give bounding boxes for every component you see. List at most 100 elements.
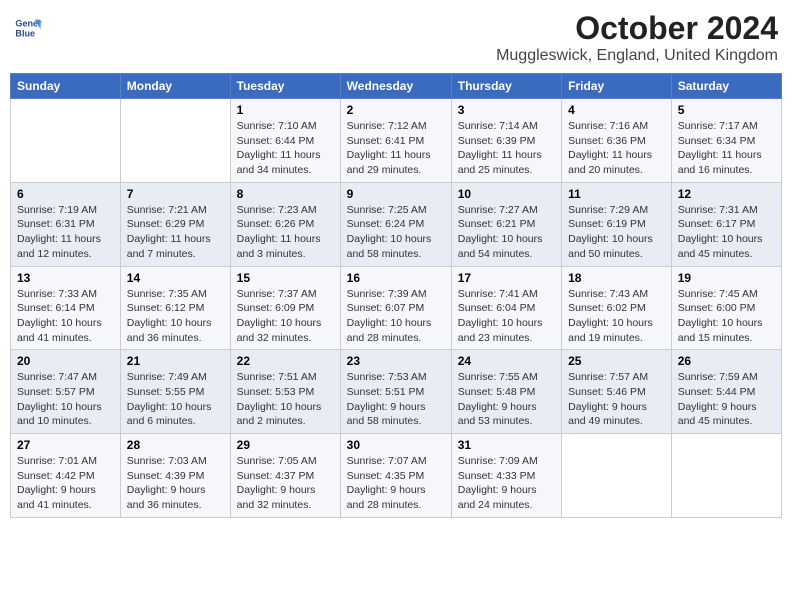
calendar-cell: 18 Sunrise: 7:43 AM Sunset: 6:02 PM Dayl…	[562, 266, 672, 350]
day-daylight: Daylight: 10 hours and 50 minutes.	[568, 233, 653, 260]
calendar-cell: 20 Sunrise: 7:47 AM Sunset: 5:57 PM Dayl…	[11, 350, 121, 434]
day-sunset: Sunset: 6:31 PM	[17, 218, 95, 230]
day-daylight: Daylight: 11 hours and 7 minutes.	[127, 233, 211, 260]
page-subtitle: Muggleswick, England, United Kingdom	[496, 47, 778, 65]
calendar-cell: 4 Sunrise: 7:16 AM Sunset: 6:36 PM Dayli…	[562, 99, 672, 183]
calendar-cell: 25 Sunrise: 7:57 AM Sunset: 5:46 PM Dayl…	[562, 350, 672, 434]
day-sunrise: Sunrise: 7:57 AM	[568, 371, 648, 383]
calendar-cell	[11, 99, 121, 183]
calendar-cell: 17 Sunrise: 7:41 AM Sunset: 6:04 PM Dayl…	[451, 266, 561, 350]
day-sunrise: Sunrise: 7:31 AM	[678, 204, 758, 216]
day-sunset: Sunset: 5:46 PM	[568, 386, 646, 398]
day-sunrise: Sunrise: 7:14 AM	[458, 120, 538, 132]
day-daylight: Daylight: 11 hours and 12 minutes.	[17, 233, 101, 260]
day-daylight: Daylight: 10 hours and 36 minutes.	[127, 317, 212, 344]
calendar-cell: 2 Sunrise: 7:12 AM Sunset: 6:41 PM Dayli…	[340, 99, 451, 183]
svg-text:Blue: Blue	[15, 28, 35, 38]
day-daylight: Daylight: 10 hours and 54 minutes.	[458, 233, 543, 260]
col-sunday: Sunday	[11, 74, 121, 99]
day-sunset: Sunset: 4:39 PM	[127, 470, 205, 482]
day-daylight: Daylight: 9 hours and 53 minutes.	[458, 401, 537, 428]
day-sunset: Sunset: 6:24 PM	[347, 218, 425, 230]
day-daylight: Daylight: 11 hours and 34 minutes.	[237, 149, 321, 176]
calendar-cell: 7 Sunrise: 7:21 AM Sunset: 6:29 PM Dayli…	[120, 182, 230, 266]
calendar-cell: 11 Sunrise: 7:29 AM Sunset: 6:19 PM Dayl…	[562, 182, 672, 266]
day-number: 31	[458, 438, 555, 452]
day-sunrise: Sunrise: 7:16 AM	[568, 120, 648, 132]
calendar-week-row: 27 Sunrise: 7:01 AM Sunset: 4:42 PM Dayl…	[11, 434, 782, 518]
calendar-cell: 1 Sunrise: 7:10 AM Sunset: 6:44 PM Dayli…	[230, 99, 340, 183]
day-sunset: Sunset: 4:33 PM	[458, 470, 536, 482]
day-sunrise: Sunrise: 7:19 AM	[17, 204, 97, 216]
day-sunset: Sunset: 6:44 PM	[237, 135, 315, 147]
day-sunrise: Sunrise: 7:59 AM	[678, 371, 758, 383]
day-daylight: Daylight: 11 hours and 16 minutes.	[678, 149, 762, 176]
day-daylight: Daylight: 10 hours and 2 minutes.	[237, 401, 322, 428]
day-sunrise: Sunrise: 7:23 AM	[237, 204, 317, 216]
calendar-cell	[562, 434, 672, 518]
day-number: 13	[17, 271, 114, 285]
day-daylight: Daylight: 10 hours and 23 minutes.	[458, 317, 543, 344]
col-wednesday: Wednesday	[340, 74, 451, 99]
page-title: October 2024	[496, 10, 778, 47]
day-sunset: Sunset: 6:26 PM	[237, 218, 315, 230]
col-friday: Friday	[562, 74, 672, 99]
day-sunrise: Sunrise: 7:05 AM	[237, 455, 317, 467]
day-sunrise: Sunrise: 7:12 AM	[347, 120, 427, 132]
day-sunset: Sunset: 6:36 PM	[568, 135, 646, 147]
day-sunrise: Sunrise: 7:03 AM	[127, 455, 207, 467]
day-sunrise: Sunrise: 7:10 AM	[237, 120, 317, 132]
day-sunset: Sunset: 5:53 PM	[237, 386, 315, 398]
day-daylight: Daylight: 10 hours and 28 minutes.	[347, 317, 432, 344]
day-sunrise: Sunrise: 7:29 AM	[568, 204, 648, 216]
day-number: 7	[127, 187, 224, 201]
day-sunset: Sunset: 5:57 PM	[17, 386, 95, 398]
day-sunrise: Sunrise: 7:07 AM	[347, 455, 427, 467]
day-sunrise: Sunrise: 7:35 AM	[127, 288, 207, 300]
day-sunset: Sunset: 5:44 PM	[678, 386, 756, 398]
day-sunrise: Sunrise: 7:21 AM	[127, 204, 207, 216]
day-number: 10	[458, 187, 555, 201]
day-number: 9	[347, 187, 445, 201]
day-sunset: Sunset: 4:35 PM	[347, 470, 425, 482]
day-number: 30	[347, 438, 445, 452]
day-number: 5	[678, 103, 775, 117]
day-number: 14	[127, 271, 224, 285]
col-tuesday: Tuesday	[230, 74, 340, 99]
day-sunrise: Sunrise: 7:27 AM	[458, 204, 538, 216]
day-sunrise: Sunrise: 7:09 AM	[458, 455, 538, 467]
day-number: 18	[568, 271, 665, 285]
day-daylight: Daylight: 10 hours and 45 minutes.	[678, 233, 763, 260]
day-sunset: Sunset: 6:12 PM	[127, 302, 205, 314]
day-number: 3	[458, 103, 555, 117]
day-daylight: Daylight: 10 hours and 6 minutes.	[127, 401, 212, 428]
day-number: 12	[678, 187, 775, 201]
calendar-week-row: 13 Sunrise: 7:33 AM Sunset: 6:14 PM Dayl…	[11, 266, 782, 350]
calendar-cell: 21 Sunrise: 7:49 AM Sunset: 5:55 PM Dayl…	[120, 350, 230, 434]
day-sunset: Sunset: 6:19 PM	[568, 218, 646, 230]
day-sunset: Sunset: 6:00 PM	[678, 302, 756, 314]
day-daylight: Daylight: 9 hours and 32 minutes.	[237, 484, 316, 511]
calendar-cell: 16 Sunrise: 7:39 AM Sunset: 6:07 PM Dayl…	[340, 266, 451, 350]
calendar-cell: 14 Sunrise: 7:35 AM Sunset: 6:12 PM Dayl…	[120, 266, 230, 350]
day-daylight: Daylight: 11 hours and 3 minutes.	[237, 233, 321, 260]
calendar-week-row: 20 Sunrise: 7:47 AM Sunset: 5:57 PM Dayl…	[11, 350, 782, 434]
day-sunrise: Sunrise: 7:33 AM	[17, 288, 97, 300]
calendar-cell: 13 Sunrise: 7:33 AM Sunset: 6:14 PM Dayl…	[11, 266, 121, 350]
day-number: 11	[568, 187, 665, 201]
day-daylight: Daylight: 11 hours and 20 minutes.	[568, 149, 652, 176]
calendar-week-row: 6 Sunrise: 7:19 AM Sunset: 6:31 PM Dayli…	[11, 182, 782, 266]
day-sunset: Sunset: 5:55 PM	[127, 386, 205, 398]
day-number: 27	[17, 438, 114, 452]
day-sunrise: Sunrise: 7:43 AM	[568, 288, 648, 300]
day-sunrise: Sunrise: 7:49 AM	[127, 371, 207, 383]
day-daylight: Daylight: 11 hours and 29 minutes.	[347, 149, 431, 176]
day-sunrise: Sunrise: 7:25 AM	[347, 204, 427, 216]
day-number: 29	[237, 438, 334, 452]
day-sunset: Sunset: 6:14 PM	[17, 302, 95, 314]
calendar-table: Sunday Monday Tuesday Wednesday Thursday…	[10, 73, 782, 518]
calendar-cell: 29 Sunrise: 7:05 AM Sunset: 4:37 PM Dayl…	[230, 434, 340, 518]
day-sunset: Sunset: 5:48 PM	[458, 386, 536, 398]
day-sunset: Sunset: 6:29 PM	[127, 218, 205, 230]
day-daylight: Daylight: 9 hours and 49 minutes.	[568, 401, 647, 428]
